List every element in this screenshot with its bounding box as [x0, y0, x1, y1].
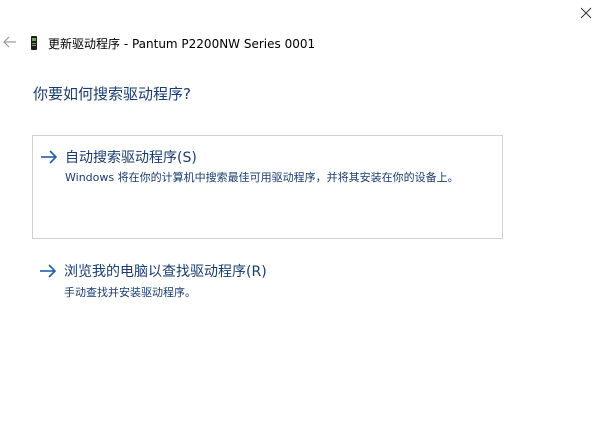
- browse-computer-title: 浏览我的电脑以查找驱动程序(R): [64, 264, 267, 280]
- printer-device-icon: [30, 35, 40, 51]
- page-heading: 你要如何搜索驱动程序?: [33, 85, 191, 103]
- title-bar: 更新驱动程序 - Pantum P2200NW Series 0001: [30, 34, 315, 52]
- right-arrow-icon: [41, 150, 58, 164]
- close-button[interactable]: [570, 0, 602, 26]
- back-arrow-icon: [3, 36, 16, 48]
- right-arrow-icon: [40, 264, 57, 278]
- auto-search-description: Windows 将在你的计算机中搜索最佳可用驱动程序，并将其安装在你的设备上。: [65, 171, 459, 184]
- browse-computer-description: 手动查找并安装驱动程序。: [64, 286, 196, 299]
- window-title: 更新驱动程序 - Pantum P2200NW Series 0001: [48, 36, 316, 51]
- back-button[interactable]: [0, 32, 20, 52]
- close-icon: [580, 7, 592, 19]
- auto-search-title: 自动搜索驱动程序(S): [65, 150, 197, 166]
- auto-search-option[interactable]: 自动搜索驱动程序(S) Windows 将在你的计算机中搜索最佳可用驱动程序，并…: [32, 135, 503, 239]
- browse-computer-option[interactable]: 浏览我的电脑以查找驱动程序(R) 手动查找并安装驱动程序。: [32, 255, 503, 315]
